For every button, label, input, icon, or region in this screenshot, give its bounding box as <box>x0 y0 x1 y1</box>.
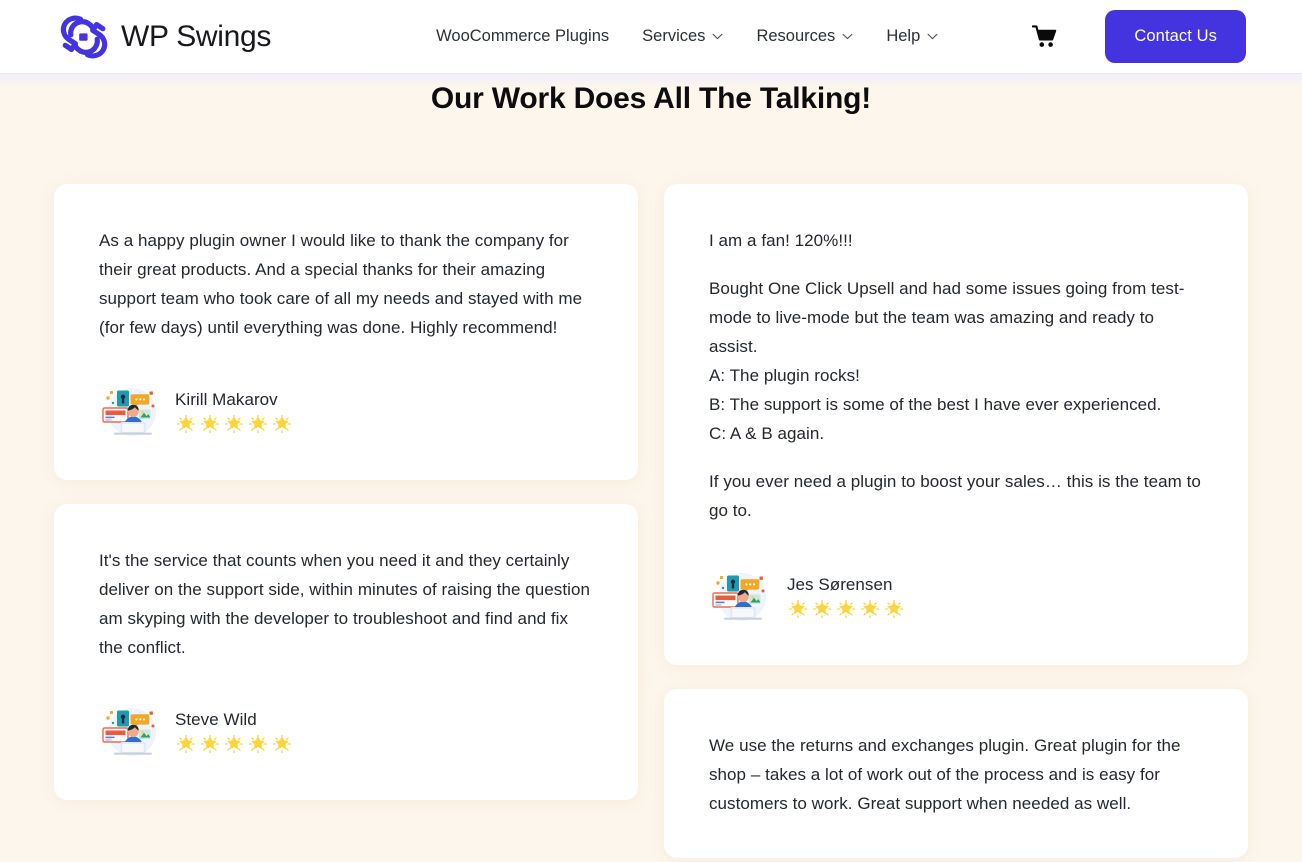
header-actions: Contact Us <box>1031 10 1246 63</box>
star-icon <box>177 734 195 753</box>
testimonial-quote: We use the returns and exchanges plugin.… <box>709 731 1204 818</box>
nav-item-woocommerce-plugins[interactable]: WooCommerce Plugins <box>436 28 609 45</box>
star-icon <box>201 734 219 753</box>
star-icon <box>225 414 243 433</box>
star-icon <box>177 414 195 433</box>
author-meta: Kirill Makarov <box>175 389 291 433</box>
brand-logo-link[interactable]: WP Swings <box>60 14 271 60</box>
nav-label: Services <box>642 27 706 46</box>
nav-item-services[interactable]: Services <box>642 28 723 45</box>
author-meta: Jes Sørensen <box>787 574 903 618</box>
page-title: Our Work Does All The Talking! <box>430 82 872 115</box>
person-at-laptop-avatar-icon <box>99 382 161 440</box>
shopping-cart-icon <box>1032 24 1058 49</box>
star-icon <box>225 734 243 753</box>
testimonial-quote: I am a fan! 120%!!! Bought One Click Ups… <box>709 226 1204 525</box>
star-icon <box>249 734 267 753</box>
contact-us-button[interactable]: Contact Us <box>1105 10 1246 63</box>
testimonials-column-right: I am a fan! 120%!!! Bought One Click Ups… <box>664 184 1248 858</box>
quote-paragraph: Bought One Click Upsell and had some iss… <box>709 279 1185 443</box>
author-meta: Steve Wild <box>175 709 291 753</box>
quote-paragraph: It's the service that counts when you ne… <box>99 551 590 657</box>
nav-item-help[interactable]: Help <box>886 28 938 45</box>
testimonial-card: We use the returns and exchanges plugin.… <box>664 689 1248 858</box>
quote-paragraph: We use the returns and exchanges plugin.… <box>709 736 1181 813</box>
testimonial-card: It's the service that counts when you ne… <box>54 504 638 800</box>
nav-label: Help <box>886 27 921 46</box>
testimonial-author: Kirill Makarov <box>99 382 594 440</box>
star-icon <box>273 414 291 433</box>
author-name: Steve Wild <box>175 710 257 730</box>
author-name: Kirill Makarov <box>175 390 278 410</box>
testimonial-quote: It's the service that counts when you ne… <box>99 546 594 662</box>
testimonial-author: Steve Wild <box>99 702 594 760</box>
star-icon <box>201 414 219 433</box>
rating-stars <box>177 414 291 433</box>
cart-button[interactable] <box>1031 24 1059 50</box>
testimonial-quote: As a happy plugin owner I would like to … <box>99 226 594 342</box>
chevron-down-icon <box>927 33 938 40</box>
quote-paragraph: I am a fan! 120%!!! <box>709 231 853 250</box>
star-icon <box>861 599 879 618</box>
testimonials-section: Our Work Does All The Talking! As a happ… <box>0 74 1302 862</box>
quote-paragraph: As a happy plugin owner I would like to … <box>99 231 583 337</box>
site-header: WP Swings WooCommerce Plugins Services R… <box>0 0 1302 74</box>
quote-paragraph: If you ever need a plugin to boost your … <box>709 472 1201 520</box>
nav-label: WooCommerce Plugins <box>436 27 610 46</box>
testimonial-author: Jes Sørensen <box>709 567 1204 625</box>
chevron-down-icon <box>712 33 723 40</box>
rating-stars <box>789 599 903 618</box>
person-at-laptop-avatar-icon <box>709 567 771 625</box>
rating-stars <box>177 734 291 753</box>
main-nav: WooCommerce Plugins Services Resources H… <box>436 28 938 45</box>
star-icon <box>789 599 807 618</box>
chevron-down-icon <box>842 33 853 40</box>
star-icon <box>273 734 291 753</box>
star-icon <box>885 599 903 618</box>
testimonial-card: I am a fan! 120%!!! Bought One Click Ups… <box>664 184 1248 665</box>
nav-label: Resources <box>756 27 836 46</box>
testimonials-grid: As a happy plugin owner I would like to … <box>0 184 1302 858</box>
wp-swings-logo-icon <box>60 14 108 60</box>
nav-item-resources[interactable]: Resources <box>756 28 853 45</box>
person-at-laptop-avatar-icon <box>99 702 161 760</box>
star-icon <box>837 599 855 618</box>
author-name: Jes Sørensen <box>787 575 893 595</box>
star-icon <box>249 414 267 433</box>
star-icon <box>813 599 831 618</box>
testimonial-card: As a happy plugin owner I would like to … <box>54 184 638 480</box>
brand-name: WP Swings <box>121 19 272 53</box>
testimonials-column-left: As a happy plugin owner I would like to … <box>54 184 638 858</box>
